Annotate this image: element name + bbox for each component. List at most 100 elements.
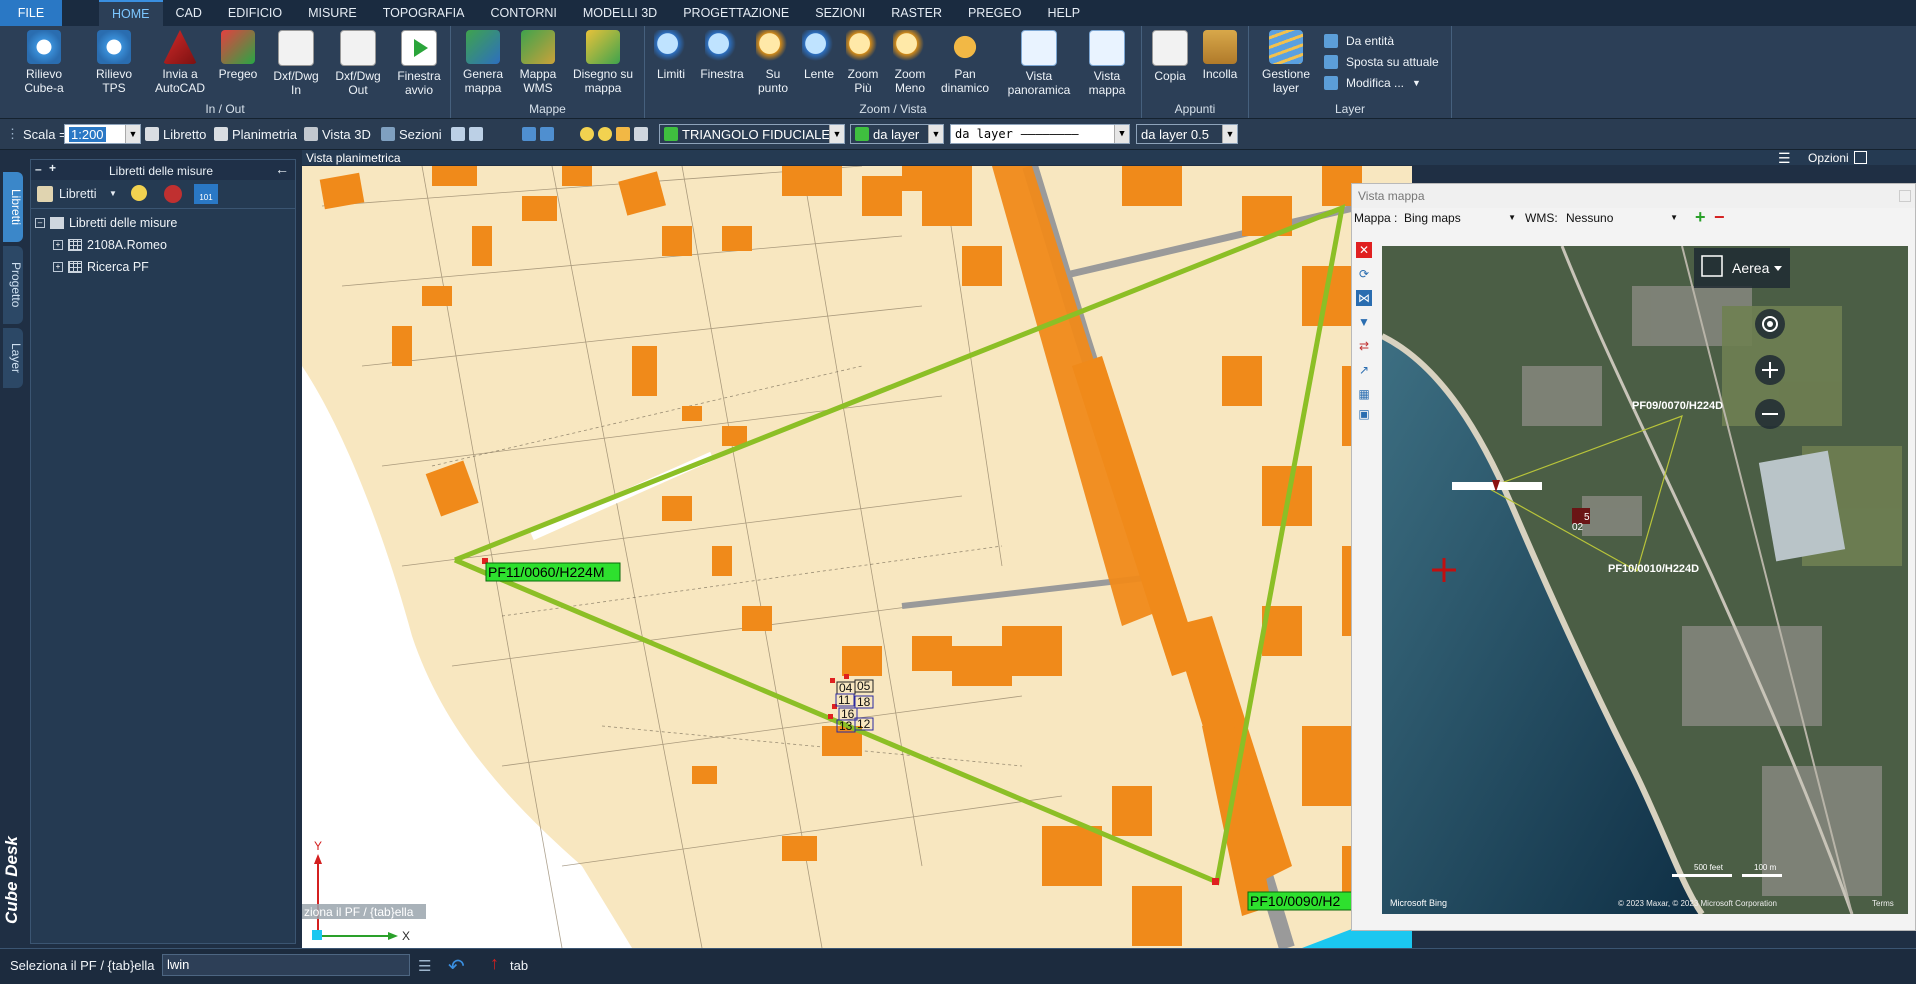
menu-sezioni[interactable]: SEZIONI — [802, 0, 878, 26]
wms-select[interactable]: Nessuno ▼ — [1564, 209, 1682, 227]
pan-button[interactable]: Pan dinamico — [937, 30, 993, 95]
lightbulb-icon[interactable] — [131, 185, 147, 201]
tab-libretti[interactable]: Libretti — [3, 172, 23, 242]
dxf-out-button[interactable]: Dxf/Dwg Out — [330, 30, 386, 97]
arrow-left-icon[interactable]: ← — [275, 161, 289, 177]
menu-cad[interactable]: CAD — [163, 0, 215, 26]
window-tools[interactable] — [451, 124, 483, 144]
close-map-icon[interactable]: ✕ — [1356, 242, 1372, 258]
close-icon[interactable] — [1899, 190, 1911, 202]
undo-icon[interactable]: ↶ — [448, 954, 465, 979]
shield-icon[interactable]: ▼ — [1356, 314, 1372, 330]
planimetria-button[interactable]: Planimetria — [214, 124, 297, 144]
expand-icon[interactable]: + — [53, 262, 63, 272]
mappa-select[interactable]: Bing maps ▼ — [1402, 209, 1520, 227]
plus-icon[interactable]: + — [49, 161, 56, 175]
menu-icon[interactable]: ☰ — [1778, 150, 1791, 167]
window-icon[interactable]: ▣ — [1356, 406, 1372, 422]
menu-modelli3d[interactable]: MODELLI 3D — [570, 0, 670, 26]
menu-progettazione[interactable]: PROGETTAZIONE — [670, 0, 802, 26]
mappa-wms-button[interactable]: Mappa WMS — [511, 30, 565, 95]
aerial-map[interactable]: PF09/0070/H224D PF10/0010/H224D 5 02 Aer… — [1382, 246, 1908, 914]
list-icon[interactable]: ☰ — [418, 957, 431, 975]
map-pf-label[interactable]: PF10/0010/H224D — [1608, 563, 1699, 575]
window-title: Vista mappa — [1358, 189, 1425, 203]
ribbon: Rilievo Cube-a Rilievo TPS Invia a AutoC… — [0, 26, 1916, 119]
dxf-in-button[interactable]: Dxf/Dwg In — [268, 30, 324, 97]
menu-file[interactable]: FILE — [0, 0, 62, 26]
tab-progetto[interactable]: Progetto — [3, 246, 23, 324]
menu-misure[interactable]: MISURE — [295, 0, 370, 26]
copia-button[interactable]: Copia — [1148, 30, 1192, 83]
aerial-style-label[interactable]: Aerea — [1732, 260, 1770, 276]
menu-home[interactable]: HOME — [99, 0, 163, 26]
color-select[interactable]: da layer ▼ — [850, 124, 944, 144]
layer-tools[interactable] — [522, 124, 554, 144]
table-icon[interactable]: ▦ — [1356, 386, 1372, 402]
zoom-meno-button[interactable]: Zoom Meno — [889, 30, 931, 95]
tree-item-2108a[interactable]: + 2108A.Romeo — [53, 238, 167, 252]
move-point-icon[interactable]: ⇄ — [1356, 338, 1372, 354]
id-badge-icon[interactable]: 101 — [194, 184, 218, 204]
incolla-button[interactable]: Incolla — [1196, 30, 1244, 81]
vista-panoramica-button[interactable]: Vista panoramica — [1005, 30, 1073, 97]
finestra-avvio-button[interactable]: Finestra avvio — [390, 30, 448, 97]
marker-icon[interactable] — [164, 185, 182, 203]
cadastral-map[interactable]: 04 05 11 18 16 13 12 PF11/0060/H224M PF1… — [302, 166, 1412, 948]
finestra-button[interactable]: Finestra — [697, 30, 747, 81]
menu-topografia[interactable]: TOPOGRAFIA — [370, 0, 478, 26]
remove-icon[interactable]: − — [1714, 207, 1725, 228]
rilievo-tps-button[interactable]: Rilievo TPS — [84, 30, 144, 95]
map-pf-label[interactable]: PF09/0070/H224D — [1632, 400, 1723, 412]
disegno-mappa-button[interactable]: Disegno su mappa — [567, 30, 639, 95]
pf-label[interactable]: PF11/0060/H224M — [488, 564, 604, 580]
layer-select[interactable]: TRIANGOLO FIDUCIALE ▼ — [659, 124, 845, 144]
tree-item-ricerca[interactable]: + Ricerca PF — [53, 260, 149, 274]
collapse-icon[interactable]: – — [35, 218, 45, 228]
arrow-up-icon[interactable]: ↑ — [490, 953, 499, 974]
pf-label[interactable]: PF10/0090/H2 — [1250, 893, 1340, 909]
limiti-button[interactable]: Limiti — [649, 30, 693, 81]
gestione-layer-button[interactable]: Gestione layer — [1257, 30, 1315, 95]
rilievo-cube-button[interactable]: Rilievo Cube-a — [14, 30, 74, 95]
modifica-button[interactable]: Modifica ... ▼ — [1324, 76, 1421, 90]
lente-button[interactable]: Lente — [799, 30, 839, 81]
libretto-button[interactable]: Libretto — [145, 124, 206, 144]
window-titlebar[interactable]: Vista mappa — [1352, 184, 1915, 208]
tree-root[interactable]: – Libretti delle misure — [35, 216, 177, 230]
planimetric-view[interactable]: 04 05 11 18 16 13 12 PF11/0060/H224M PF1… — [302, 166, 1412, 948]
maximize-icon[interactable] — [1854, 151, 1867, 164]
sync-icon[interactable]: ⋈ — [1356, 290, 1372, 306]
refresh-icon[interactable]: ⟳ — [1356, 266, 1372, 282]
measure-icon[interactable]: ↗ — [1356, 362, 1372, 378]
lineweight-select[interactable]: da layer 0.5 ▼ — [1136, 124, 1238, 144]
menu-raster[interactable]: RASTER — [878, 0, 955, 26]
vista3d-button[interactable]: Vista 3D — [304, 124, 371, 144]
libretti-dropdown[interactable]: Libretti — [59, 187, 97, 201]
add-icon[interactable]: + — [1695, 207, 1706, 228]
vista-mappa-button[interactable]: Vista mappa — [1081, 30, 1133, 97]
menu-contorni[interactable]: CONTORNI — [477, 0, 569, 26]
menu-pregeo[interactable]: PREGEO — [955, 0, 1035, 26]
menu-help[interactable]: HELP — [1034, 0, 1093, 26]
expand-icon[interactable]: + — [53, 240, 63, 250]
opzioni-button[interactable]: Opzioni — [1808, 151, 1849, 165]
su-punto-button[interactable]: Su punto — [753, 30, 793, 95]
menu-edificio[interactable]: EDIFICIO — [215, 0, 295, 26]
linetype-select[interactable]: da layer ———————— ▼ — [950, 124, 1130, 144]
autocad-icon — [163, 30, 197, 64]
collapse-icon[interactable]: – — [35, 162, 42, 176]
layer-state-tools[interactable] — [580, 124, 648, 144]
zoom-piu-button[interactable]: Zoom Più — [843, 30, 883, 95]
sezioni-button[interactable]: Sezioni — [381, 124, 442, 144]
terms-link[interactable]: Terms — [1872, 899, 1894, 908]
da-entita-button[interactable]: Da entità — [1324, 34, 1394, 48]
paste-icon — [1203, 30, 1237, 64]
sposta-attuale-button[interactable]: Sposta su attuale — [1324, 55, 1439, 69]
genera-mappa-button[interactable]: Genera mappa — [456, 30, 510, 95]
tab-layer[interactable]: Layer — [3, 328, 23, 388]
command-input[interactable]: lwin — [162, 954, 410, 976]
scala-select[interactable]: 1:200 ▼ — [64, 124, 141, 144]
pregeo-button[interactable]: Pregeo — [212, 30, 264, 81]
invia-autocad-button[interactable]: Invia a AutoCAD — [150, 30, 210, 95]
